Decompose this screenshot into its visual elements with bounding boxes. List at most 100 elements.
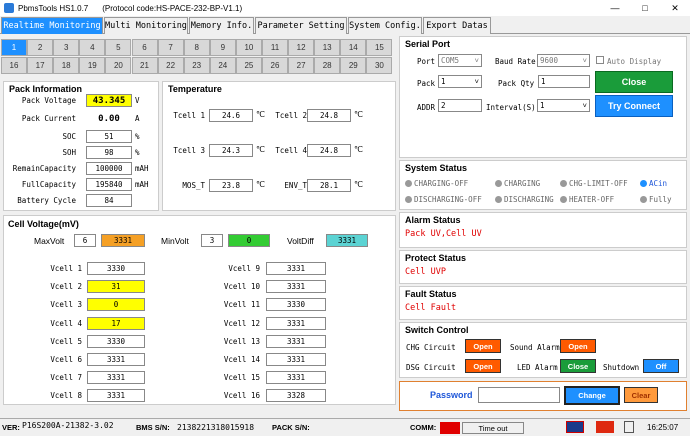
- cell-button[interactable]: 7: [157, 39, 184, 56]
- vcell-label: Vcell 13: [223, 336, 260, 346]
- cell-button[interactable]: 12: [288, 39, 315, 56]
- vcell-value: 3331: [266, 262, 326, 275]
- vcell-value: 3331: [266, 353, 326, 366]
- try-connect-button[interactable]: Try Connect: [595, 95, 673, 117]
- pack-select[interactable]: 1 ˅: [438, 75, 482, 88]
- minvolt-label: MinVolt: [161, 236, 189, 246]
- tab-realtime-monitoring[interactable]: Realtime Monitoring: [1, 17, 103, 34]
- cell-button[interactable]: 29: [340, 57, 367, 74]
- auto-display-checkbox[interactable]: [596, 56, 604, 64]
- chevron-down-icon: ˅: [474, 55, 479, 65]
- cell-button[interactable]: 3: [53, 39, 80, 56]
- fault-status-text: Cell Fault: [405, 303, 457, 313]
- close-icon[interactable]: ✕: [660, 0, 690, 16]
- shutdown-button[interactable]: Off: [643, 359, 679, 373]
- protect-status-title: Protect Status: [405, 253, 467, 263]
- cell-button[interactable]: 17: [27, 57, 54, 74]
- maximize-icon[interactable]: □: [630, 0, 660, 16]
- cell-button[interactable]: 20: [105, 57, 132, 74]
- led-alarm-button[interactable]: Close: [560, 359, 596, 373]
- cell-button[interactable]: 30: [366, 57, 393, 74]
- clock-icon: [624, 421, 634, 433]
- cell-button[interactable]: 18: [53, 57, 80, 74]
- english-flag-icon[interactable]: [566, 421, 584, 433]
- vcell-label: Vcell 9: [228, 264, 260, 273]
- cell-button[interactable]: 15: [366, 39, 393, 56]
- celsius-unit: ℃: [256, 145, 265, 154]
- cell-button[interactable]: 26: [262, 57, 288, 74]
- bms-sn-label: BMS S/N:: [136, 423, 170, 432]
- close-button[interactable]: Close: [595, 71, 673, 93]
- system-status-indicator: ACin: [640, 179, 667, 188]
- baud-select[interactable]: 9600 ˅: [537, 54, 590, 67]
- vcell-label: Vcell 6: [50, 355, 82, 364]
- temp-label: MOS_T: [182, 181, 205, 190]
- chg-circuit-label: CHG Circuit: [406, 343, 456, 352]
- cell-button[interactable]: 2: [27, 39, 54, 56]
- tab-memory-info[interactable]: Memory Info.: [189, 17, 254, 34]
- vcell-label: Vcell 14: [223, 355, 260, 364]
- cell-button[interactable]: 22: [157, 57, 184, 74]
- temp-label: Tcell 1: [173, 111, 205, 120]
- cell-button[interactable]: 4: [79, 39, 106, 56]
- temp-value: 28.1: [307, 179, 351, 192]
- interval-select[interactable]: 1 ˅: [537, 99, 590, 112]
- change-button[interactable]: Change: [564, 386, 620, 405]
- max-volt-value: 3331: [101, 234, 145, 247]
- pack-field-unit: mAH: [135, 180, 149, 189]
- cell-button[interactable]: 25: [235, 57, 262, 74]
- system-status-title: System Status: [405, 163, 468, 173]
- pack-sn-label: PACK S/N:: [272, 423, 310, 432]
- password-input[interactable]: [478, 387, 560, 403]
- system-status-indicator: DISCHARGING-OFF: [405, 195, 482, 204]
- tab-export-datas[interactable]: Export Datas: [423, 17, 491, 34]
- chg-circuit-button[interactable]: Open: [465, 339, 501, 353]
- cell-button[interactable]: 9: [209, 39, 236, 56]
- temp-label: Tcell 3: [173, 146, 205, 155]
- addr-input[interactable]: 2: [438, 99, 482, 112]
- pack-qty-input[interactable]: 1: [538, 75, 590, 88]
- cell-button[interactable]: 21: [131, 57, 158, 74]
- shutdown-label: Shutdown: [603, 363, 640, 372]
- temperature-panel: Temperature Tcell 1 24.6 ℃ Tcell 2 24.8 ℃ Tcel…: [162, 81, 396, 211]
- dsg-circuit-label: DSG Circuit: [406, 363, 456, 372]
- protect-status-text: Cell UVP: [405, 267, 446, 277]
- serial-port-panel: Serial Port Port COM5 ˅ Baud Rate 9600 ˅ A…: [399, 36, 687, 158]
- max-cell-index: 6: [74, 234, 96, 247]
- vcell-label: Vcell 4: [50, 318, 82, 328]
- temperature-title: Temperature: [168, 84, 222, 94]
- port-select[interactable]: COM5 ˅: [438, 54, 482, 67]
- cell-button[interactable]: 19: [79, 57, 106, 74]
- tab-system-config[interactable]: System Config.: [348, 17, 422, 34]
- cell-button[interactable]: 28: [314, 57, 341, 74]
- dsg-circuit-button[interactable]: Open: [465, 359, 501, 373]
- pack-field-label: Pack Current: [21, 114, 76, 123]
- clear-button[interactable]: Clear: [624, 387, 658, 403]
- sound-alarm-label: Sound Alarm: [510, 343, 560, 352]
- celsius-unit: ℃: [354, 180, 363, 189]
- cell-button[interactable]: 1: [1, 39, 27, 56]
- cell-button[interactable]: 27: [288, 57, 315, 74]
- protocol-code: (Protocol code:HS-PACE-232-BP-V1.1): [102, 3, 243, 13]
- cell-button[interactable]: 14: [340, 39, 367, 56]
- sound-alarm-button[interactable]: Open: [560, 339, 596, 353]
- cell-button[interactable]: 16: [1, 57, 27, 74]
- chinese-flag-icon[interactable]: [596, 421, 614, 433]
- cell-button[interactable]: 8: [183, 39, 210, 56]
- celsius-unit: ℃: [256, 180, 265, 189]
- cell-button[interactable]: 5: [105, 39, 132, 56]
- cell-button[interactable]: 11: [262, 39, 288, 56]
- cell-button[interactable]: 24: [209, 57, 236, 74]
- tab-parameter-setting[interactable]: Parameter Setting: [255, 17, 347, 34]
- cell-button[interactable]: 23: [183, 57, 210, 74]
- minimize-icon[interactable]: —: [600, 0, 630, 16]
- password-label: Password: [430, 390, 473, 400]
- vcell-value: 0: [87, 298, 145, 312]
- baud-value: 9600: [540, 56, 559, 65]
- cell-button[interactable]: 10: [235, 39, 262, 56]
- temp-value: 24.6: [209, 109, 253, 122]
- cell-button[interactable]: 13: [314, 39, 341, 56]
- comm-label: COMM:: [410, 423, 437, 432]
- tab-multi-monitoring[interactable]: Multi Monitoring: [104, 17, 188, 34]
- cell-button[interactable]: 6: [131, 39, 158, 56]
